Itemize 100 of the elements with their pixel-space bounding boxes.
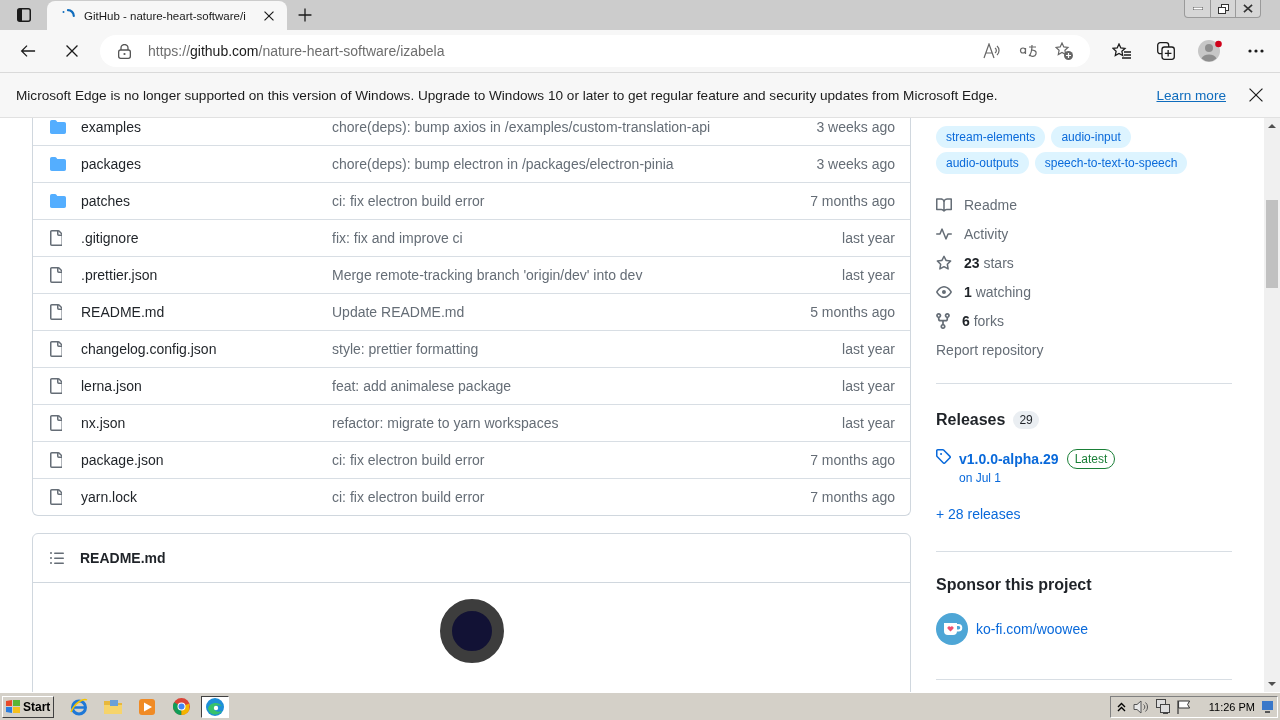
star-list-icon	[1111, 43, 1131, 59]
flag-icon[interactable]	[1176, 699, 1190, 714]
topic-tag[interactable]: speech-to-text-to-speech	[1034, 152, 1188, 174]
file-link[interactable]: yarn.lock	[81, 489, 138, 505]
chevron-up-icon[interactable]	[1116, 701, 1126, 712]
restore-icon	[1217, 3, 1229, 14]
file-icon	[50, 267, 62, 283]
eye-icon	[936, 285, 952, 298]
sidebar-link[interactable]: 6 forks	[962, 312, 1005, 329]
sidebar-link[interactable]: 1 watching	[964, 283, 1031, 300]
address-bar[interactable]: https://github.com/nature-heart-software/izabela	[100, 35, 1090, 67]
scroll-down-icon[interactable]	[1268, 682, 1276, 686]
sidebar-link[interactable]: Readme	[964, 196, 1017, 213]
file-icon	[50, 415, 62, 431]
commit-date: last year	[842, 267, 895, 283]
learn-more-link[interactable]: Learn more	[1156, 87, 1226, 103]
commit-date: 3 weeks ago	[816, 118, 895, 135]
lock-icon	[118, 43, 131, 59]
taskbar-app-button[interactable]	[201, 695, 229, 718]
sponsor-link[interactable]: ko-fi.com/woowee	[976, 621, 1089, 637]
commit-date: 5 months ago	[810, 304, 895, 320]
close-icon	[1243, 4, 1253, 13]
release-count: 29	[1013, 411, 1039, 429]
clock: 11:26 PM	[1208, 700, 1255, 713]
browser-tab[interactable]: GitHub - nature-heart-software/i	[47, 1, 287, 30]
topic-tag[interactable]: stream-elements	[936, 126, 1046, 148]
file-link[interactable]: nx.json	[81, 415, 126, 431]
info-message: Microsoft Edge is no longer supported on this version of Windows. Upgrade to Windows 10 or later to get regular feature and security updates from Microsoft Edge.	[16, 87, 998, 103]
folder-link[interactable]: packages	[81, 156, 141, 172]
tab-title: GitHub - nature-heart-software/i	[84, 9, 247, 22]
commit-message-link[interactable]: chore(deps): bump axios in /examples/custom-translation-api	[332, 118, 711, 135]
commit-message-link[interactable]: feat: add animalese package	[332, 378, 511, 394]
release-link[interactable]: v1.0.0-alpha.29	[959, 451, 1059, 467]
file-link[interactable]: .prettier.json	[81, 267, 158, 283]
commit-date: 7 months ago	[810, 489, 895, 505]
file-icon	[50, 489, 62, 505]
read-aloud-icon	[983, 43, 1001, 59]
file-icon	[50, 452, 62, 468]
report-repository-link[interactable]: Report repository	[936, 341, 1044, 358]
back-arrow-icon	[20, 44, 36, 58]
commit-date: 7 months ago	[810, 452, 895, 468]
sidebar-link[interactable]: Activity	[964, 225, 1009, 242]
fork-icon	[936, 312, 950, 329]
scroll-up-icon[interactable]	[1268, 124, 1276, 128]
show-desktop-icon[interactable]	[1262, 700, 1273, 713]
file-icon	[50, 304, 62, 320]
readme-title[interactable]: README.md	[80, 550, 166, 566]
commit-message-link[interactable]: fix: fix and improve ci	[332, 230, 463, 246]
commit-message-link[interactable]: refactor: migrate to yarn workspaces	[332, 415, 559, 431]
file-link[interactable]: changelog.config.json	[81, 341, 217, 357]
close-info-button[interactable]	[1247, 86, 1265, 104]
commit-date: 7 months ago	[810, 193, 895, 209]
list-icon	[50, 552, 64, 564]
commit-date: last year	[842, 378, 895, 394]
folder-icon	[50, 194, 66, 208]
collections-icon	[1157, 42, 1175, 60]
book-icon	[936, 197, 952, 212]
topic-tag[interactable]: audio-input	[1051, 126, 1131, 148]
topic-tag[interactable]: audio-outputs	[936, 152, 1029, 174]
file-link[interactable]: lerna.json	[81, 378, 142, 394]
network-icon[interactable]	[1155, 699, 1170, 714]
minimize-icon	[1192, 7, 1203, 10]
file-icon	[50, 378, 62, 394]
commit-message-link[interactable]: Merge remote-tracking branch 'origin/dev' into dev	[332, 267, 643, 283]
windows-logo-icon	[6, 700, 20, 713]
commit-date: last year	[842, 230, 895, 246]
folder-link[interactable]: patches	[81, 193, 131, 209]
commit-date: last year	[842, 341, 895, 357]
tag-icon	[936, 449, 951, 464]
commit-date: last year	[842, 415, 895, 431]
commit-message-link[interactable]: ci: fix electron build error	[332, 452, 485, 468]
commit-message-link[interactable]: ci: fix electron build error	[332, 489, 485, 505]
tab-actions-icon	[17, 8, 31, 22]
translate-icon	[1018, 44, 1038, 58]
start-button[interactable]: Start	[2, 695, 54, 718]
scrollbar-thumb[interactable]	[1266, 200, 1278, 288]
folder-link[interactable]: examples	[81, 118, 141, 135]
commit-message-link[interactable]: chore(deps): bump electron in /packages/electron-pinia	[332, 156, 674, 172]
file-link[interactable]: README.md	[81, 304, 165, 320]
more-icon	[1248, 49, 1264, 53]
browser-e-icon[interactable]	[70, 697, 88, 716]
file-link[interactable]: package.json	[81, 452, 164, 468]
speaker-icon[interactable]	[1132, 699, 1149, 714]
sidebar-link[interactable]: 23 stars	[964, 254, 1014, 271]
commit-message-link[interactable]: Update README.md	[332, 304, 465, 320]
more-releases-link[interactable]: + 28 releases	[936, 504, 1021, 524]
release-date: on Jul 1	[959, 470, 1002, 486]
file-link[interactable]: .gitignore	[81, 230, 139, 246]
commit-date: 3 weeks ago	[816, 156, 895, 172]
file-icon	[50, 341, 62, 357]
chrome-icon[interactable]	[172, 698, 190, 715]
star-plus-icon	[1055, 42, 1073, 60]
releases-heading[interactable]: Releases	[936, 411, 1006, 429]
commit-message-link[interactable]: style: prettier formatting	[332, 341, 479, 357]
close-icon	[1249, 88, 1263, 102]
plus-icon	[298, 8, 312, 22]
commit-message-link[interactable]: ci: fix electron build error	[332, 193, 485, 209]
folder-icon	[50, 119, 66, 134]
file-icon	[50, 230, 62, 246]
sponsor-heading: Sponsor this project	[936, 575, 1092, 595]
